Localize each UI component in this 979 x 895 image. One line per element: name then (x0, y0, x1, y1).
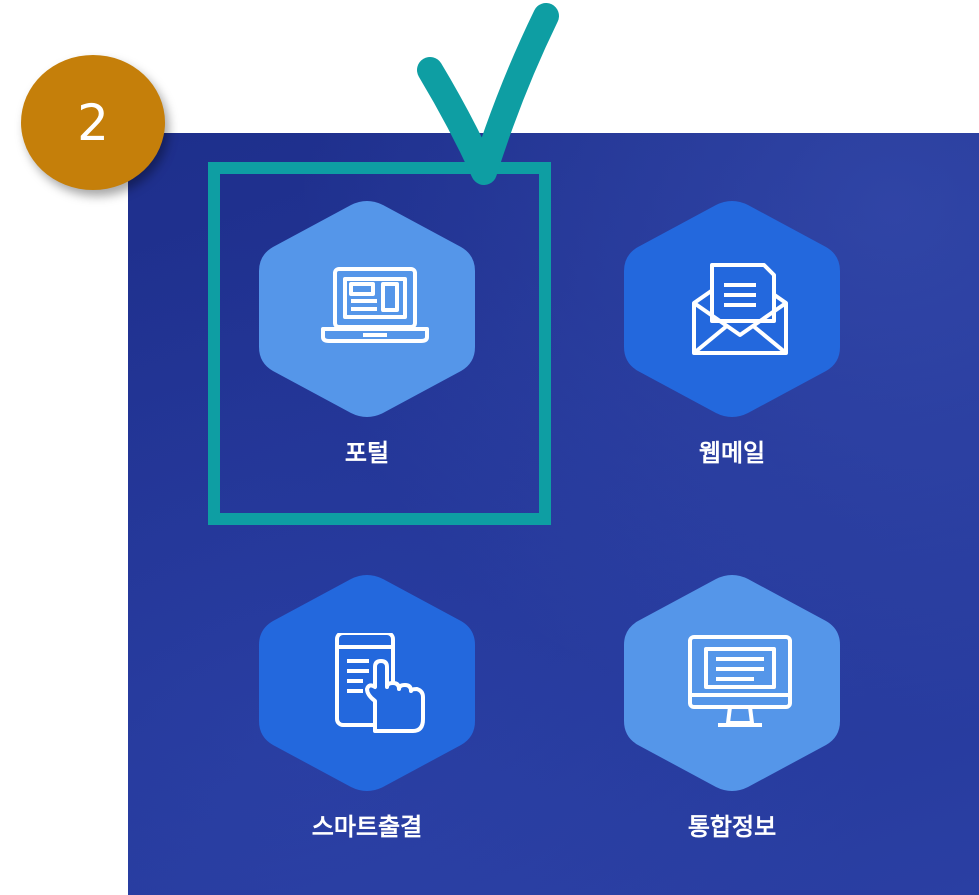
screen: 포털 웹메일 스마트출결 통합정보 2 (0, 0, 979, 895)
hexagon-webmail (620, 195, 844, 423)
tile-label-smart-attendance: 스마트출결 (311, 813, 423, 841)
tile-label-integrated-info: 통합정보 (687, 813, 777, 841)
mail-envelope-icon (692, 263, 788, 355)
monitor-icon (688, 635, 792, 727)
tile-smart-attendance[interactable]: 스마트출결 (247, 569, 487, 859)
hexagon-integrated-info (620, 569, 844, 797)
tablet-touch-icon (335, 633, 425, 733)
tile-label-webmail: 웹메일 (698, 439, 766, 467)
hexagon-smart-attendance (255, 569, 479, 797)
step-number-badge: 2 (21, 55, 165, 190)
highlight-box (208, 162, 551, 525)
tile-integrated-info[interactable]: 통합정보 (612, 569, 852, 859)
check-icon (417, 3, 559, 185)
tile-webmail[interactable]: 웹메일 (612, 195, 852, 485)
